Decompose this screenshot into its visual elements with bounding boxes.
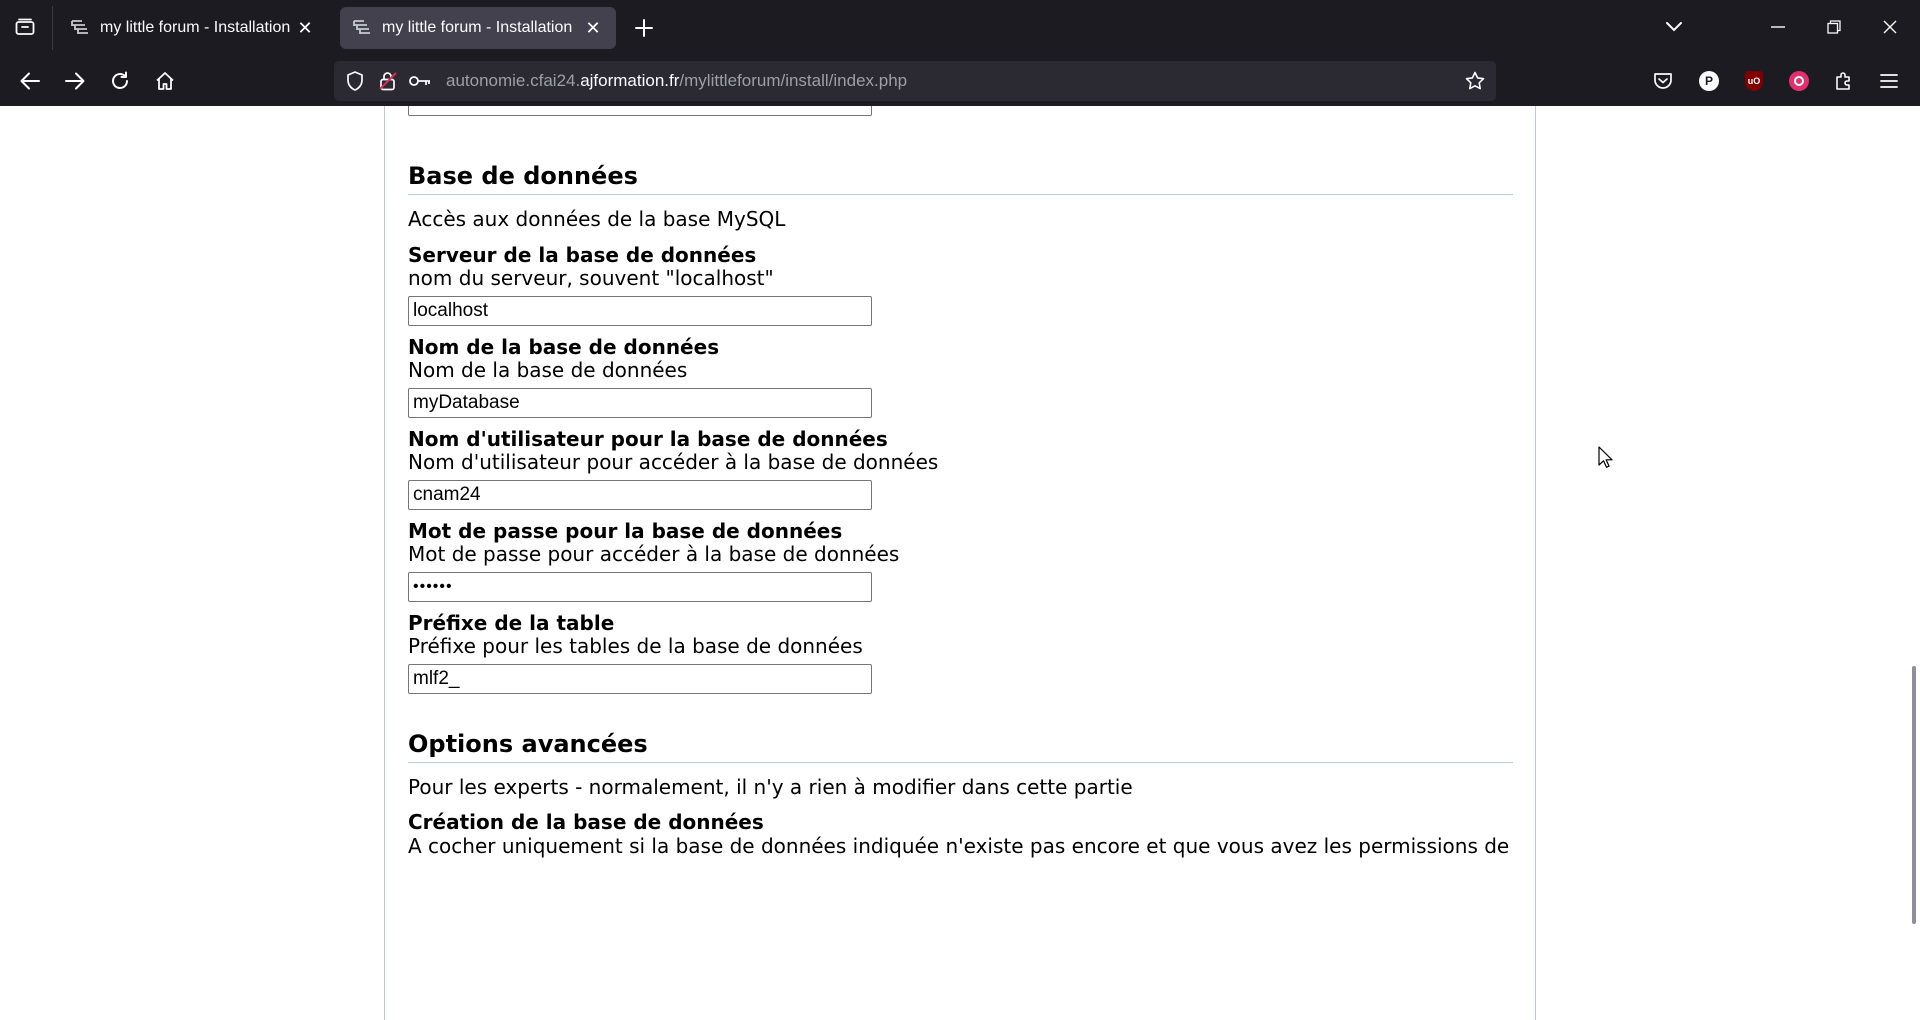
db-user-desc: Nom d'utilisateur pour accéder à la base…: [408, 450, 939, 474]
db-server-desc: nom du serveur, souvent "localhost": [408, 266, 774, 290]
db-server-label: Serveur de la base de données: [408, 243, 757, 267]
db-password-label: Mot de passe pour la base de données: [408, 519, 843, 543]
db-user-input[interactable]: cnam24: [408, 480, 872, 510]
pink-extension-icon: [1789, 71, 1809, 91]
advanced-section-heading: Options avancées: [408, 730, 648, 758]
reload-button[interactable]: [102, 63, 138, 99]
db-password-desc: Mot de passe pour accéder à la base de d…: [408, 542, 900, 566]
db-name-input[interactable]: myDatabase: [408, 388, 872, 418]
tab-title: my little forum - Installation: [382, 19, 573, 36]
tab-bar: my little forum - Installation ✕ my litt…: [0, 0, 1920, 55]
home-button[interactable]: [147, 63, 183, 99]
section-divider: [408, 762, 1513, 763]
minimize-button[interactable]: [1760, 10, 1796, 44]
plus-icon: [635, 19, 653, 37]
ublock-button[interactable]: uO: [1737, 64, 1771, 98]
url-prefix: autonomie.cfai24.: [446, 71, 581, 90]
db-server-input[interactable]: localhost: [408, 296, 872, 326]
tab-separator: [52, 6, 53, 50]
table-prefix-desc: Préfixe pour les tables de la base de do…: [408, 634, 863, 658]
restore-button[interactable]: [1816, 10, 1852, 44]
chevron-down-icon: [1666, 22, 1682, 32]
close-tab-icon[interactable]: ✕: [294, 17, 316, 39]
puzzle-icon: [1836, 72, 1850, 90]
pocket-icon: [1654, 73, 1672, 89]
url-domain: ajformation.fr: [580, 71, 680, 90]
extension-pink-button[interactable]: [1782, 64, 1816, 98]
new-tab-button[interactable]: [628, 12, 660, 44]
section-divider: [408, 194, 1513, 195]
p-badge-text: P: [1704, 74, 1713, 88]
key-icon[interactable]: [409, 70, 431, 92]
vertical-scrollbar[interactable]: [1912, 666, 1916, 924]
arrow-right-icon: [65, 72, 85, 90]
restore-icon: [1827, 20, 1841, 34]
db-name-desc: Nom de la base de données: [408, 358, 688, 382]
install-form-container: •••••• Base de données Accès aux données…: [384, 106, 1536, 1020]
url-path: /mylittleforum/install/index.php: [679, 71, 908, 90]
home-icon: [156, 72, 174, 90]
extension-p-button[interactable]: P: [1692, 64, 1726, 98]
admin-password-field[interactable]: ••••••: [408, 106, 872, 116]
db-user-label: Nom d'utilisateur pour la base de donnée…: [408, 427, 888, 451]
pocket-button[interactable]: [1646, 64, 1680, 98]
extensions-button[interactable]: [1827, 64, 1861, 98]
star-icon[interactable]: [1464, 70, 1486, 92]
p-extension-icon: P: [1699, 71, 1719, 91]
close-icon: [1883, 20, 1897, 34]
tab-installation-2[interactable]: my little forum - Installation ✕: [340, 7, 616, 49]
list-all-tabs-button[interactable]: [1656, 10, 1692, 44]
url-bar[interactable]: autonomie.cfai24.ajformation.fr/mylittle…: [334, 61, 1496, 101]
close-tab-icon[interactable]: ✕: [582, 17, 604, 39]
database-section-intro: Accès aux données de la base MySQL: [408, 207, 786, 231]
create-db-desc: A cocher uniquement si la base de donnée…: [408, 834, 1510, 858]
browser-chrome: my little forum - Installation ✕ my litt…: [0, 0, 1920, 106]
database-section-heading: Base de données: [408, 162, 638, 190]
tab-installation-1[interactable]: my little forum - Installation ✕: [58, 7, 328, 49]
forum-favicon-icon: [71, 20, 88, 34]
reload-icon: [112, 71, 128, 89]
hamburger-icon: [1880, 74, 1898, 88]
shield-icon[interactable]: [344, 70, 366, 92]
db-password-input[interactable]: ••••••: [408, 572, 872, 602]
lock-icon[interactable]: [377, 70, 399, 92]
tab-list-icon: [15, 18, 35, 35]
ublock-icon: uO: [1745, 71, 1763, 91]
back-button[interactable]: [12, 63, 48, 99]
tab-list-button[interactable]: [8, 10, 42, 44]
table-prefix-label: Préfixe de la table: [408, 611, 615, 635]
forum-favicon-icon: [353, 20, 370, 34]
create-db-label: Création de la base de données: [408, 810, 764, 834]
advanced-section-intro: Pour les experts - normalement, il n'y a…: [408, 775, 1133, 799]
url-text[interactable]: autonomie.cfai24.ajformation.fr/mylittle…: [446, 71, 907, 91]
tab-title: my little forum - Installation: [100, 19, 291, 36]
mouse-pointer-icon: [1598, 446, 1613, 468]
minimize-icon: [1771, 26, 1785, 28]
app-menu-button[interactable]: [1872, 64, 1906, 98]
arrow-left-icon: [20, 72, 40, 90]
navigation-toolbar: autonomie.cfai24.ajformation.fr/mylittle…: [0, 55, 1920, 106]
page-viewport: •••••• Base de données Accès aux données…: [0, 106, 1920, 1020]
table-prefix-input[interactable]: mlf2_: [408, 664, 872, 694]
forward-button[interactable]: [57, 63, 93, 99]
db-name-label: Nom de la base de données: [408, 335, 720, 359]
ublock-badge-text: uO: [1747, 76, 1761, 86]
close-window-button[interactable]: [1872, 10, 1908, 44]
